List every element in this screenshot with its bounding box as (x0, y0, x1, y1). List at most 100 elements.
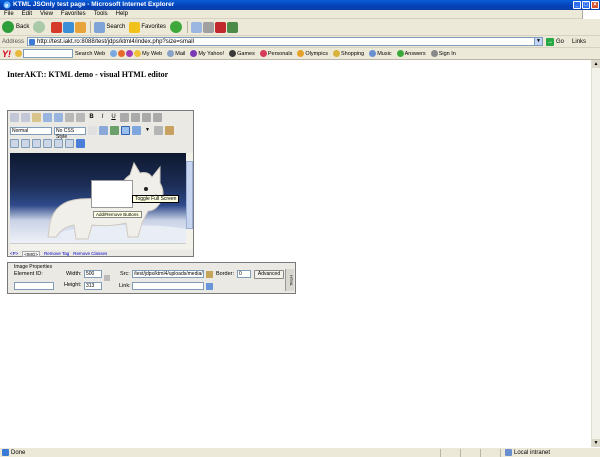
advanced-button[interactable]: Advanced (254, 270, 284, 279)
minimize-button[interactable]: _ (573, 1, 581, 9)
scroll-down-icon[interactable]: ▼ (592, 439, 600, 447)
menu-help[interactable]: Help (116, 11, 128, 17)
close-button[interactable]: × (591, 1, 599, 9)
remove-tag-link[interactable]: Remove Tag (44, 251, 69, 257)
paste-icon[interactable] (32, 113, 41, 122)
yahoo-item-mail[interactable]: Mail (167, 50, 185, 57)
messenger-icon[interactable] (227, 21, 239, 33)
italic-icon[interactable]: I (98, 113, 107, 122)
editor-vertical-scrollbar[interactable] (186, 153, 193, 250)
stop-icon[interactable] (51, 21, 63, 33)
copy-icon[interactable] (21, 113, 30, 122)
yahoo-item-personals[interactable]: Personals (259, 50, 292, 57)
search-web-button[interactable]: Search Web (75, 51, 105, 57)
print-icon[interactable] (203, 21, 215, 33)
align-center-icon[interactable] (131, 113, 140, 122)
checkbox-icon[interactable] (54, 139, 63, 148)
constrain-proportions-icon[interactable] (104, 275, 110, 281)
textarea-icon[interactable] (32, 139, 41, 148)
fullscreen-icon[interactable] (121, 126, 130, 135)
editor-horizontal-scrollbar[interactable] (10, 243, 186, 250)
browse-folder-icon[interactable] (206, 271, 213, 278)
go-button[interactable]: → Go (546, 37, 564, 46)
mail-icon[interactable] (191, 21, 203, 33)
bold-icon[interactable]: B (87, 113, 96, 122)
element-id-input[interactable] (14, 282, 54, 290)
plus-icon[interactable] (118, 50, 126, 57)
border-input[interactable]: 0 (237, 270, 251, 278)
image-icon[interactable] (154, 126, 163, 135)
yahoo-toolbar-icon[interactable] (215, 21, 227, 33)
remove-classes-link[interactable]: Remove Classes (73, 251, 107, 257)
search-web-label: Search Web (75, 50, 106, 57)
menu-view[interactable]: View (40, 11, 53, 17)
back-button[interactable]: Back (2, 21, 29, 33)
find-icon[interactable] (65, 113, 74, 122)
align-left-icon[interactable] (120, 113, 129, 122)
menu-edit[interactable]: Edit (22, 11, 32, 17)
yahoo-logo-icon[interactable]: Y! (2, 49, 11, 59)
yahoo-item-music[interactable]: Music (369, 50, 392, 57)
flag-icon[interactable] (126, 50, 134, 57)
css-style-select[interactable]: No CSS Style (54, 126, 86, 140)
border-label: Border: (216, 271, 235, 277)
scroll-thumb[interactable] (186, 161, 193, 229)
align-justify-icon[interactable] (153, 113, 162, 122)
search-button[interactable]: Search (94, 21, 125, 33)
media-icon[interactable] (165, 126, 174, 135)
yahoo-item-answers[interactable]: Answers (396, 50, 426, 57)
format-select[interactable]: Normal (10, 126, 52, 135)
cut-icon[interactable] (10, 113, 19, 122)
replace-icon[interactable] (76, 113, 85, 122)
filter-icon[interactable] (99, 126, 108, 135)
maximize-button[interactable]: □ (582, 1, 590, 9)
address-input[interactable]: http://test.iakt.ro:8088/test/jdps/ktml4… (27, 37, 544, 46)
paragraph-icon[interactable] (88, 126, 97, 135)
ie-icon: e (3, 1, 11, 9)
width-input[interactable]: 500 (84, 270, 102, 278)
links-button[interactable]: Links (572, 39, 586, 45)
align-right-icon[interactable] (142, 113, 151, 122)
link-browse-icon[interactable] (206, 283, 213, 290)
home-icon[interactable] (75, 21, 87, 33)
select-list-icon[interactable] (43, 139, 52, 148)
bookmark-icon[interactable] (110, 50, 118, 57)
yahoo-item-games[interactable]: Games (229, 50, 255, 57)
favorites-button[interactable]: Favorites (129, 21, 166, 33)
element-id-label: Element ID: (14, 271, 43, 277)
src-input[interactable]: /test/jdps/ktml4/uploads/media/ (132, 270, 204, 278)
address-dropdown-icon[interactable]: ▼ (534, 38, 543, 45)
page-vertical-scrollbar[interactable]: ▲ ▼ (591, 60, 600, 447)
yahoo-item-olympics[interactable]: Olympics (297, 50, 328, 57)
tag-p[interactable]: <P> (10, 251, 18, 257)
yahoo-item-my-yahoo[interactable]: My Yahoo! (190, 50, 224, 57)
refresh-icon[interactable] (63, 21, 75, 33)
yahoo-item-my-web[interactable]: My Web (134, 50, 162, 57)
tag-img[interactable]: <IMG> (22, 251, 41, 257)
html-side-tab[interactable]: HTML (285, 269, 294, 291)
forward-button[interactable] (33, 21, 47, 33)
link-input[interactable] (132, 282, 204, 290)
height-input[interactable]: 313 (84, 282, 102, 290)
spellcheck-icon[interactable] (110, 126, 119, 135)
underline-icon[interactable]: U (109, 113, 118, 122)
yahoo-item-sign-in[interactable]: Sign In (430, 50, 456, 57)
textfield-icon[interactable] (21, 139, 30, 148)
scroll-up-icon[interactable]: ▲ (592, 60, 600, 68)
menu-tools[interactable]: Tools (94, 11, 108, 17)
menu-favorites[interactable]: Favorites (61, 11, 86, 17)
zone-text: Local intranet (514, 449, 551, 456)
undo-icon[interactable] (43, 113, 52, 122)
button-icon[interactable] (76, 139, 85, 148)
pencil-icon[interactable] (15, 50, 22, 57)
chevron-down-icon[interactable]: ▼ (143, 126, 152, 135)
history-icon[interactable] (170, 21, 183, 33)
table-icon[interactable] (132, 126, 141, 135)
yahoo-item-shopping[interactable]: Shopping (332, 50, 364, 57)
form-icon[interactable] (10, 139, 19, 148)
menu-file[interactable]: File (4, 11, 14, 17)
yahoo-search-input[interactable] (23, 49, 73, 58)
radio-icon[interactable] (65, 139, 74, 148)
redo-icon[interactable] (54, 113, 63, 122)
music-icon (369, 50, 377, 57)
